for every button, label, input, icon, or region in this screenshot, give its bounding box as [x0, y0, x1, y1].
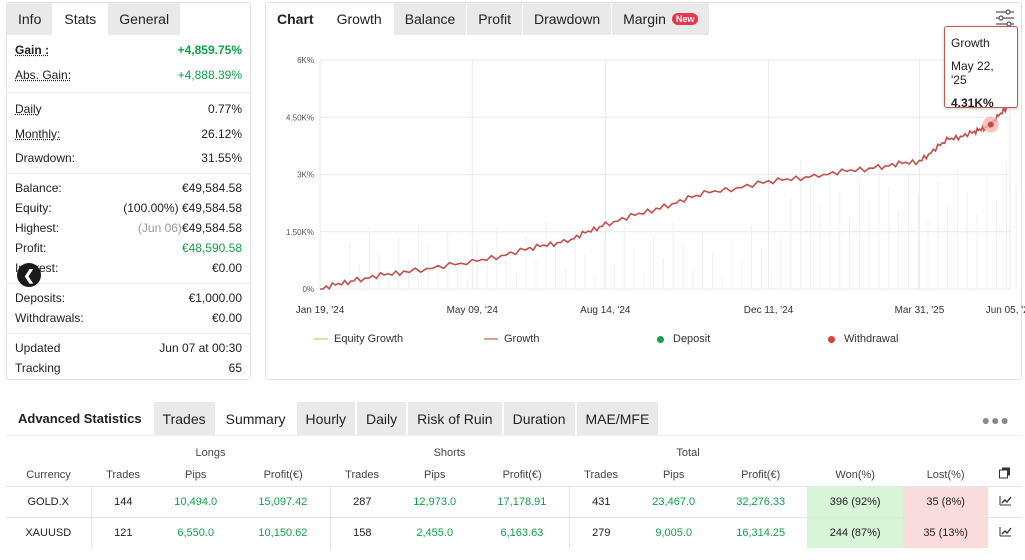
- deposit-dot-icon: [657, 335, 664, 343]
- x-tick-label: May 09, '24: [447, 305, 499, 316]
- col-shorts-trades: Trades: [345, 468, 379, 481]
- more-options-icon[interactable]: ●●●: [982, 412, 1010, 428]
- x-tick-label: Mar 31, '25: [895, 305, 945, 316]
- table-cell: 12,973.0: [394, 485, 476, 517]
- col-longs-profit: Profit(€): [263, 468, 303, 481]
- chart-tooltip: Growth May 22, '25 4.31K%: [944, 26, 1018, 110]
- tracking-value: 65: [228, 361, 242, 375]
- y-tick-label: 1.50K%: [286, 228, 314, 237]
- advanced-tabs: Advanced Statistics Trades Summary Hourl…: [6, 402, 1022, 436]
- updated-value: Jun 07 at 00:30: [159, 341, 242, 355]
- table-cell: 10,150.62: [236, 516, 330, 548]
- col-shorts-pips: Pips: [424, 468, 446, 481]
- tab-mae-mfe[interactable]: MAE/MFE: [576, 402, 659, 435]
- summary-table: Longs Shorts Total Currency Trades Pips …: [6, 442, 1022, 548]
- growth-chart[interactable]: 0% 1.50K% 3K% 4.50K% 6K% Jan 19, '24 May 09, '…: [0, 0, 1025, 330]
- legend-growth[interactable]: Growth: [484, 333, 539, 345]
- tab-trades[interactable]: Trades: [153, 402, 215, 435]
- legend-equity-growth[interactable]: Equity Growth: [314, 333, 403, 345]
- tooltip-series: Growth: [951, 36, 990, 50]
- table-cell: 10,494.0: [155, 485, 237, 517]
- table-cell: 9,005.0: [633, 516, 715, 548]
- tab-duration[interactable]: Duration: [503, 402, 575, 435]
- table-cell: 23,467.0: [633, 485, 715, 517]
- col-total-trades: Trades: [584, 468, 618, 481]
- col-total-profit: Profit(€): [741, 468, 781, 481]
- legend-withdrawal-label: Withdrawal: [844, 333, 899, 345]
- table-cell: 121: [90, 516, 156, 548]
- table-cell: 17,178.91: [475, 485, 569, 517]
- legend-equity-label: Equity Growth: [334, 333, 404, 345]
- x-tick-label: Jun 05, '25: [986, 305, 1025, 316]
- col-longs-trades: Trades: [106, 468, 140, 481]
- group-total: Total: [676, 447, 700, 459]
- x-tick-label: Dec 11, '24: [744, 305, 794, 316]
- chart-trend-icon[interactable]: [988, 516, 1022, 548]
- equity-line-icon: [314, 338, 328, 340]
- table-row: XAUUSD 121 6,550.0 10,150.62 158 2,455.0 6,163…: [6, 516, 1022, 548]
- table-cell: 35 (8%): [903, 485, 988, 517]
- withdrawal-dot-icon: [828, 335, 835, 343]
- table-cell: 2,455.0: [394, 516, 476, 548]
- updated-row: Updated Jun 07 at 00:30: [15, 341, 242, 355]
- legend-deposit-label: Deposit: [673, 333, 711, 345]
- col-currency: Currency: [26, 468, 71, 481]
- table-cell[interactable]: XAUUSD: [6, 516, 91, 548]
- advanced-title: Advanced Statistics: [18, 411, 142, 426]
- y-tick-label: 3K%: [297, 171, 314, 180]
- legend-growth-label: Growth: [504, 333, 540, 345]
- tooltip-date: May 22, '25: [951, 59, 994, 87]
- updated-label: Updated: [15, 341, 61, 355]
- tracking-row: Tracking 65: [15, 361, 242, 375]
- tab-summary[interactable]: Summary: [216, 402, 295, 435]
- chart-trend-icon[interactable]: [988, 485, 1022, 517]
- tab-daily[interactable]: Daily: [356, 402, 407, 435]
- y-tick-label: 6K%: [297, 56, 314, 65]
- x-tick-label: Aug 14, '24: [580, 305, 631, 316]
- tab-hourly[interactable]: Hourly: [296, 402, 355, 435]
- copy-icon[interactable]: [988, 464, 1022, 486]
- group-shorts: Shorts: [433, 447, 466, 459]
- group-longs: Longs: [195, 447, 226, 459]
- col-longs-pips: Pips: [185, 468, 207, 481]
- legend-deposit[interactable]: Deposit: [657, 333, 710, 345]
- y-tick-label: 0%: [302, 285, 314, 294]
- tooltip-value: 4.31K%: [951, 96, 994, 110]
- col-total-pips: Pips: [663, 468, 685, 481]
- table-cell: 279: [568, 516, 634, 548]
- table-cell: 32,276.33: [714, 485, 808, 517]
- table-cell: 6,550.0: [155, 516, 237, 548]
- growth-line-icon: [484, 338, 498, 340]
- table-cell[interactable]: GOLD.X: [6, 485, 91, 517]
- table-cell: 287: [329, 485, 395, 517]
- y-tick-label: 4.50K%: [286, 113, 314, 122]
- tab-risk-of-ruin[interactable]: Risk of Ruin: [408, 402, 502, 435]
- highlight-point: [987, 121, 994, 128]
- growth-line: [319, 103, 1011, 290]
- table-cell: 15,097.42: [236, 485, 330, 517]
- table-cell: 431: [568, 485, 634, 517]
- table-cell: 6,163.63: [475, 516, 569, 548]
- col-shorts-profit: Profit(€): [502, 468, 542, 481]
- x-tick-label: Jan 19, '24: [296, 305, 345, 316]
- legend-withdrawal[interactable]: Withdrawal: [828, 333, 898, 345]
- table-cell: 158: [329, 516, 395, 548]
- col-lost: Lost(%): [926, 468, 965, 481]
- table-cell: 244 (87%): [807, 516, 904, 548]
- table-row: GOLD.X 144 10,494.0 15,097.42 287 12,973.0 17,…: [6, 485, 1022, 517]
- table-cell: 396 (92%): [807, 485, 904, 517]
- table-cell: 144: [90, 485, 156, 517]
- col-won: Won(%): [835, 468, 875, 481]
- table-cell: 16,314.25: [714, 516, 808, 548]
- advanced-statistics: Advanced Statistics Trades Summary Hourl…: [6, 402, 1022, 558]
- table-cell: 35 (13%): [903, 516, 988, 548]
- tracking-label: Tracking: [15, 361, 61, 375]
